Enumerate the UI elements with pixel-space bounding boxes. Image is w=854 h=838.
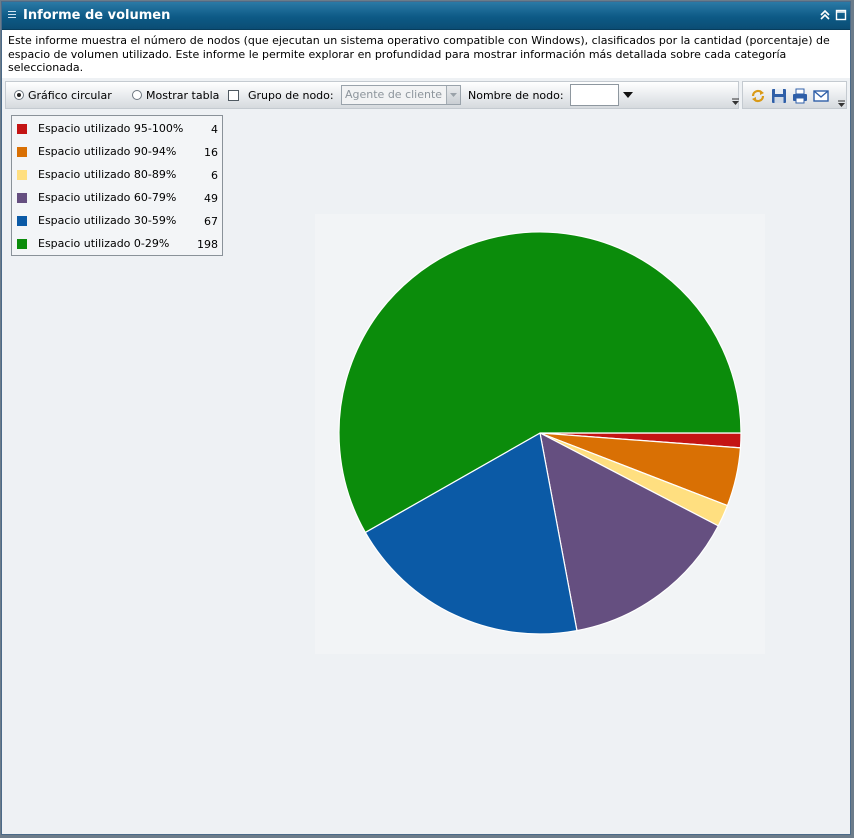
pie-chart-radio[interactable] (14, 90, 24, 100)
legend-item[interactable]: Espacio utilizado 30-59% 67 (12, 213, 222, 233)
legend-swatch (17, 193, 27, 203)
option-pie-chart[interactable]: Gráfico circular (14, 82, 112, 108)
legend-label: Espacio utilizado 90-94% (38, 145, 177, 158)
node-group-select[interactable]: Agente de cliente (341, 85, 461, 105)
legend-count: 16 (204, 146, 218, 159)
pie-chart[interactable] (315, 214, 765, 654)
node-name-input[interactable] (570, 84, 619, 106)
show-table-radio[interactable] (132, 90, 142, 100)
legend-swatch (17, 170, 27, 180)
legend-swatch (17, 216, 27, 226)
maximize-icon[interactable] (835, 9, 847, 21)
legend-item[interactable]: Espacio utilizado 80-89% 6 (12, 167, 222, 187)
volume-report-panel: Informe de volumen Este informe muestra … (1, 1, 851, 835)
collapse-icon[interactable] (819, 9, 831, 21)
legend-count: 67 (204, 215, 218, 228)
node-name-label-wrap: Nombre de nodo: (468, 82, 564, 108)
legend-count: 49 (204, 192, 218, 205)
chart-legend: Espacio utilizado 95-100% 4 Espacio utiliz… (11, 115, 223, 256)
print-icon[interactable] (791, 87, 809, 105)
title-bar: Informe de volumen (2, 2, 850, 30)
report-toolbar: Gráfico circular Mostrar tabla Grupo de … (5, 81, 739, 109)
node-group-label-wrap: Grupo de nodo: (248, 82, 334, 108)
chart-area (315, 214, 765, 654)
window-title: Informe de volumen (23, 8, 171, 23)
actions-overflow-icon[interactable] (838, 100, 845, 108)
legend-count: 198 (197, 238, 218, 251)
pie-chart-label: Gráfico circular (28, 88, 112, 102)
menu-grip-icon[interactable] (8, 11, 16, 20)
save-icon[interactable] (770, 87, 788, 105)
email-icon[interactable] (812, 87, 830, 105)
option-show-table[interactable]: Mostrar tabla (132, 82, 219, 108)
legend-swatch (17, 239, 27, 249)
show-table-label: Mostrar tabla (146, 88, 220, 102)
refresh-icon[interactable] (749, 87, 767, 105)
node-group-label: Grupo de nodo: (248, 88, 334, 102)
legend-label: Espacio utilizado 80-89% (38, 168, 177, 181)
node-name-label: Nombre de nodo: (468, 88, 564, 102)
node-group-toggle[interactable] (228, 82, 239, 108)
legend-count: 6 (211, 169, 218, 182)
legend-label: Espacio utilizado 0-29% (38, 237, 170, 250)
legend-swatch (17, 147, 27, 157)
node-group-value: Agente de cliente (345, 88, 443, 101)
legend-item[interactable]: Espacio utilizado 90-94% 16 (12, 144, 222, 164)
dropdown-arrow-icon[interactable] (623, 92, 633, 98)
legend-count: 4 (211, 123, 218, 136)
legend-item[interactable]: Espacio utilizado 60-79% 49 (12, 190, 222, 210)
actions-toolbar (742, 81, 847, 109)
toolbar-overflow-icon[interactable] (732, 98, 739, 106)
legend-label: Espacio utilizado 60-79% (38, 191, 177, 204)
report-description: Este informe muestra el número de nodos … (2, 30, 850, 78)
legend-item[interactable]: Espacio utilizado 0-29% 198 (12, 236, 222, 256)
legend-label: Espacio utilizado 95-100% (38, 122, 184, 135)
node-group-checkbox[interactable] (228, 89, 239, 101)
chevron-down-icon[interactable] (446, 86, 460, 104)
legend-label: Espacio utilizado 30-59% (38, 214, 177, 227)
legend-swatch (17, 124, 27, 134)
legend-item[interactable]: Espacio utilizado 95-100% 4 (12, 121, 222, 141)
